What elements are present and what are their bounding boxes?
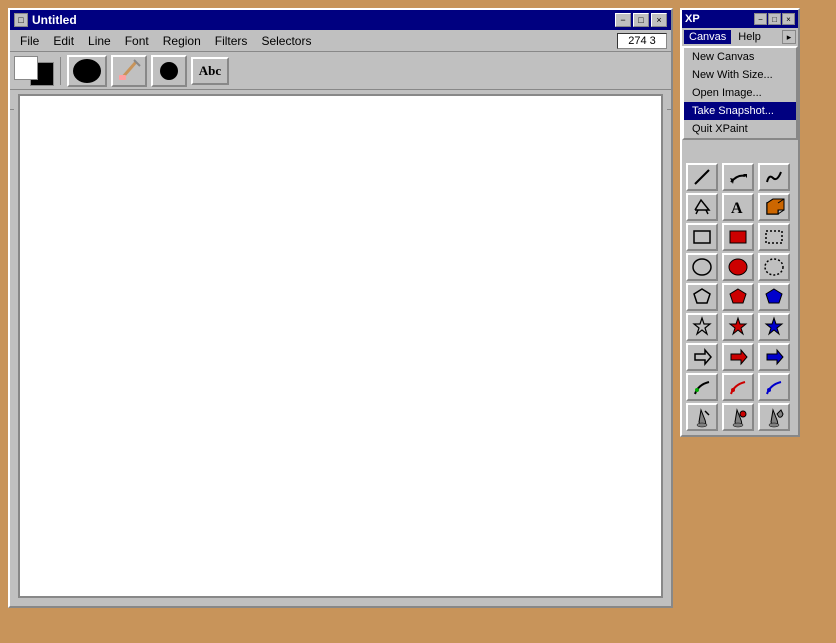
arrow-shape-select-btn[interactable] [758, 343, 790, 371]
brush-tool-button[interactable] [111, 55, 147, 87]
circle-filled-btn[interactable] [722, 253, 754, 281]
spline-tool-btn[interactable] [686, 373, 718, 401]
menu-bar: File Edit Line Font Region Filters Selec… [10, 30, 671, 52]
xpaint-maximize-btn[interactable]: □ [768, 13, 781, 25]
menu-region[interactable]: Region [157, 32, 207, 50]
coord-display: 274 3 [617, 33, 667, 49]
title-bar-left: □ Untitled [14, 13, 77, 27]
poly-lasso-btn[interactable] [758, 283, 790, 311]
star-select-btn[interactable] [758, 313, 790, 341]
menu-quit-xpaint[interactable]: Quit XPaint [684, 120, 796, 138]
fill2-tool-btn[interactable] [722, 403, 754, 431]
poly-outline-btn[interactable] [686, 283, 718, 311]
menu-font[interactable]: Font [119, 32, 155, 50]
rect-dotted-btn[interactable] [758, 223, 790, 251]
rect-filled-btn[interactable] [722, 223, 754, 251]
minimize-button[interactable]: − [615, 13, 631, 27]
3d-box-tool-btn[interactable] [758, 193, 790, 221]
brush-icon [116, 58, 142, 84]
menu-line[interactable]: Line [82, 32, 117, 50]
menu-open-image[interactable]: Open Image... [684, 84, 796, 102]
xpaint-title-buttons: − □ × [754, 13, 795, 25]
title-bar-buttons: − □ × [615, 13, 667, 27]
line-tool-btn[interactable] [686, 163, 718, 191]
menu-selectors[interactable]: Selectors [255, 32, 317, 50]
tool-grid-container: A [682, 159, 798, 435]
svg-text:A: A [731, 200, 743, 217]
background-color[interactable] [14, 56, 38, 80]
star-outline-btn[interactable] [686, 313, 718, 341]
xpaint-close-btn[interactable]: × [782, 13, 795, 25]
transform-tool-btn[interactable] [686, 193, 718, 221]
arrow-tool-btn[interactable] [722, 163, 754, 191]
menu-new-with-size[interactable]: New With Size... [684, 66, 796, 84]
toolbar-separator-1 [60, 57, 61, 85]
arrow-shape-outline-btn[interactable] [686, 343, 718, 371]
menu-filters[interactable]: Filters [209, 32, 254, 50]
tool-grid: A [682, 159, 798, 435]
color-swatch-area [14, 56, 54, 86]
spline2-tool-btn[interactable] [722, 373, 754, 401]
color-oval-icon [72, 58, 102, 84]
main-window: □ Untitled − □ × File Edit Line Font Reg… [8, 8, 673, 608]
title-bar: □ Untitled − □ × [10, 10, 671, 30]
canvas-drawing-area[interactable] [18, 94, 663, 598]
menu-take-snapshot[interactable]: Take Snapshot... [684, 102, 796, 120]
xpaint-menu-bar: Canvas Help ▸ [682, 28, 798, 47]
spline3-tool-btn[interactable] [758, 373, 790, 401]
text-tool-btn[interactable]: A [722, 193, 754, 221]
close-button[interactable]: × [651, 13, 667, 27]
main-window-title: Untitled [32, 13, 77, 27]
menu-new-canvas[interactable]: New Canvas [684, 48, 796, 66]
title-bar-icon[interactable]: □ [14, 13, 28, 27]
xpaint-canvas-menu[interactable]: Canvas [684, 30, 731, 44]
menu-edit[interactable]: Edit [47, 32, 80, 50]
freehand-tool-btn[interactable] [758, 163, 790, 191]
star-filled-btn[interactable] [722, 313, 754, 341]
menu-file[interactable]: File [14, 32, 45, 50]
xpaint-menu-extra-btn[interactable]: ▸ [782, 30, 796, 44]
canvas-area [14, 90, 667, 602]
canvas-dropdown-menu: New Canvas New With Size... Open Image..… [682, 46, 798, 140]
toolbar: Abc [10, 52, 671, 90]
xpaint-minimize-btn[interactable]: − [754, 13, 767, 25]
fill3-tool-btn[interactable] [758, 403, 790, 431]
circle-outline-btn[interactable] [686, 253, 718, 281]
dot-icon [156, 58, 182, 84]
xpaint-title-bar: XP − □ × [682, 10, 798, 28]
xpaint-help-menu[interactable]: Help [733, 30, 766, 44]
rect-outline-btn[interactable] [686, 223, 718, 251]
color-preview-button[interactable] [67, 55, 107, 87]
xpaint-title-text: XP [685, 13, 700, 25]
maximize-button[interactable]: □ [633, 13, 649, 27]
fill-tool-btn[interactable] [686, 403, 718, 431]
dot-tool-button[interactable] [151, 55, 187, 87]
circle-dotted-btn[interactable] [758, 253, 790, 281]
poly-filled-btn[interactable] [722, 283, 754, 311]
text-tool-button[interactable]: Abc [191, 57, 229, 85]
xpaint-window: XP − □ × Canvas Help ▸ New Canvas New Wi… [680, 8, 800, 437]
arrow-shape-filled-btn[interactable] [722, 343, 754, 371]
